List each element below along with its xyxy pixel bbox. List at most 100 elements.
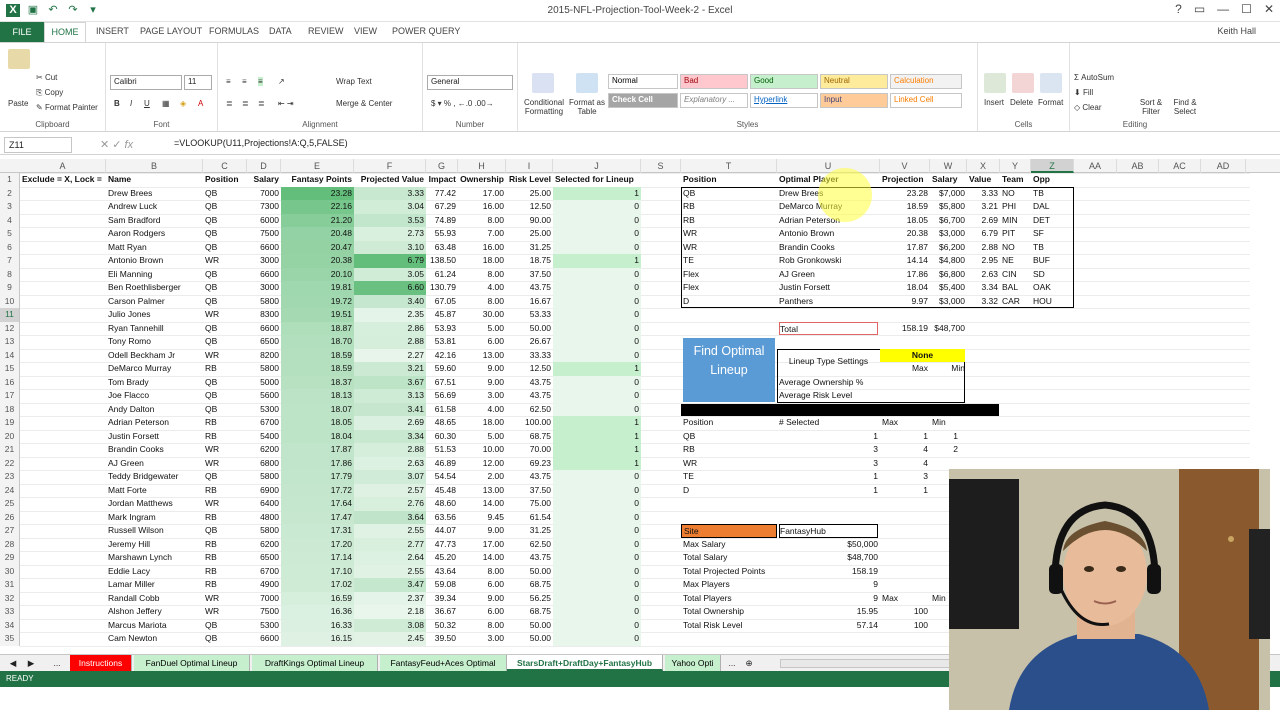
column-title[interactable]: Risk Level <box>508 173 551 187</box>
column-title[interactable]: Fantasy Points <box>283 173 352 187</box>
fantasy-points[interactable]: 18.87 <box>281 321 354 335</box>
risk-level[interactable]: 25.00 <box>508 227 551 241</box>
player-name[interactable]: Lamar Miller <box>108 578 201 592</box>
ownership[interactable]: 6.00 <box>460 605 504 619</box>
impact[interactable]: 44.07 <box>428 524 456 538</box>
player-position[interactable]: RB <box>205 362 245 376</box>
player-salary[interactable]: 6700 <box>249 565 279 579</box>
constraint-max[interactable]: 4 <box>882 457 928 471</box>
selected-for-lineup[interactable]: 0 <box>553 591 641 605</box>
row-header[interactable]: 11 <box>0 308 20 322</box>
player-position[interactable]: QB <box>205 619 245 633</box>
row-header[interactable]: 30 <box>0 564 20 578</box>
fantasy-points[interactable]: 17.79 <box>281 470 354 484</box>
player-position[interactable]: QB <box>205 632 245 646</box>
column-header-i[interactable]: I <box>506 159 553 173</box>
lineup-value[interactable]: 2.69 <box>969 214 998 228</box>
player-salary[interactable]: 6600 <box>249 632 279 646</box>
lineup-projection[interactable]: 17.87 <box>882 241 928 255</box>
impact[interactable]: 50.32 <box>428 619 456 633</box>
player-salary[interactable]: 5000 <box>249 376 279 390</box>
row-header[interactable]: 32 <box>0 591 20 605</box>
player-position[interactable]: QB <box>205 295 245 309</box>
lineup-value[interactable]: 2.95 <box>969 254 998 268</box>
tab-scroll-left-icon[interactable]: ◀ <box>6 655 20 671</box>
selected-for-lineup[interactable]: 1 <box>553 362 641 376</box>
player-salary[interactable]: 3000 <box>249 281 279 295</box>
player-name[interactable]: Joe Flacco <box>108 389 201 403</box>
summary-value[interactable]: 57.14 <box>779 619 878 633</box>
selected-for-lineup[interactable]: 0 <box>553 281 641 295</box>
player-position[interactable]: WR <box>205 254 245 268</box>
player-position[interactable]: WR <box>205 592 245 606</box>
impact[interactable]: 55.93 <box>428 227 456 241</box>
selected-for-lineup[interactable]: 0 <box>553 308 641 322</box>
average-risk-label[interactable]: Average Risk Level <box>779 389 878 403</box>
fantasy-points[interactable]: 18.13 <box>281 389 354 403</box>
selected-for-lineup[interactable]: 0 <box>553 537 641 551</box>
ownership[interactable]: 12.00 <box>460 457 504 471</box>
lineup-position[interactable]: D <box>683 295 775 309</box>
impact[interactable]: 138.50 <box>428 254 456 268</box>
lineup-player[interactable]: Justin Forsett <box>779 281 878 295</box>
constraint-selected[interactable]: 3 <box>779 457 878 471</box>
lineup-team[interactable]: NO <box>1002 241 1029 255</box>
summary-max[interactable]: Max <box>882 592 928 606</box>
tab-more-right[interactable]: ... <box>724 655 740 671</box>
lineup-value[interactable]: 6.79 <box>969 227 998 241</box>
player-salary[interactable]: 5800 <box>249 470 279 484</box>
lineup-value[interactable]: 2.88 <box>969 241 998 255</box>
total-salary[interactable]: $48,700 <box>932 322 965 336</box>
player-name[interactable]: Justin Forsett <box>108 430 201 444</box>
align-bottom-icon[interactable]: ≡ <box>258 77 263 86</box>
column-header-w[interactable]: W <box>930 159 967 173</box>
ownership[interactable]: 5.00 <box>460 322 504 336</box>
ownership[interactable]: 9.00 <box>460 592 504 606</box>
lineup-header[interactable]: Team <box>1002 173 1029 187</box>
lineup-salary[interactable]: $7,000 <box>932 187 965 201</box>
selected-for-lineup[interactable]: 0 <box>553 402 641 416</box>
selected-for-lineup[interactable]: 0 <box>553 510 641 524</box>
selected-for-lineup[interactable]: 0 <box>553 335 641 349</box>
help-icon[interactable]: ? <box>1175 2 1182 16</box>
risk-level[interactable]: 31.25 <box>508 241 551 255</box>
risk-level[interactable]: 56.25 <box>508 592 551 606</box>
fill-color-icon[interactable]: ◈ <box>180 99 186 108</box>
settings-min[interactable]: Min <box>932 362 965 376</box>
lineup-position[interactable]: TE <box>683 254 775 268</box>
player-salary[interactable]: 6800 <box>249 457 279 471</box>
projected-value[interactable]: 2.37 <box>354 591 426 605</box>
lineup-position[interactable]: QB <box>683 187 775 201</box>
lineup-salary[interactable]: $6,800 <box>932 268 965 282</box>
function-icon[interactable]: ✕ ✓ fx <box>100 138 133 151</box>
lineup-projection[interactable]: 9.97 <box>882 295 928 309</box>
selected-for-lineup[interactable]: 0 <box>553 497 641 511</box>
constraint-max[interactable]: 4 <box>882 443 928 457</box>
projected-value[interactable]: 3.34 <box>354 429 426 443</box>
projected-value[interactable]: 2.18 <box>354 605 426 619</box>
projected-value[interactable]: 3.53 <box>354 213 426 227</box>
row-header[interactable]: 27 <box>0 524 20 538</box>
sheet-tab[interactable]: Yahoo Opti <box>665 655 721 671</box>
row-header[interactable]: 24 <box>0 483 20 497</box>
player-salary[interactable]: 4800 <box>249 511 279 525</box>
constraint-selected[interactable]: 3 <box>779 443 878 457</box>
projected-value[interactable]: 2.86 <box>354 321 426 335</box>
column-header-g[interactable]: G <box>426 159 458 173</box>
horizontal-scrollbar[interactable] <box>780 659 950 668</box>
projected-value[interactable]: 3.05 <box>354 267 426 281</box>
selected-for-lineup[interactable]: 0 <box>553 578 641 592</box>
player-position[interactable]: RB <box>205 551 245 565</box>
ownership[interactable]: 16.00 <box>460 200 504 214</box>
player-salary[interactable]: 8200 <box>249 349 279 363</box>
player-name[interactable]: Ben Roethlisberger <box>108 281 201 295</box>
player-position[interactable]: QB <box>205 241 245 255</box>
lineup-position[interactable]: WR <box>683 227 775 241</box>
player-salary[interactable]: 6600 <box>249 322 279 336</box>
player-name[interactable]: Teddy Bridgewater <box>108 470 201 484</box>
constraint-position[interactable]: D <box>683 484 775 498</box>
column-header-t[interactable]: T <box>681 159 777 173</box>
impact[interactable]: 36.67 <box>428 605 456 619</box>
row-header[interactable]: 31 <box>0 578 20 592</box>
settings-max[interactable]: Max <box>882 362 928 376</box>
